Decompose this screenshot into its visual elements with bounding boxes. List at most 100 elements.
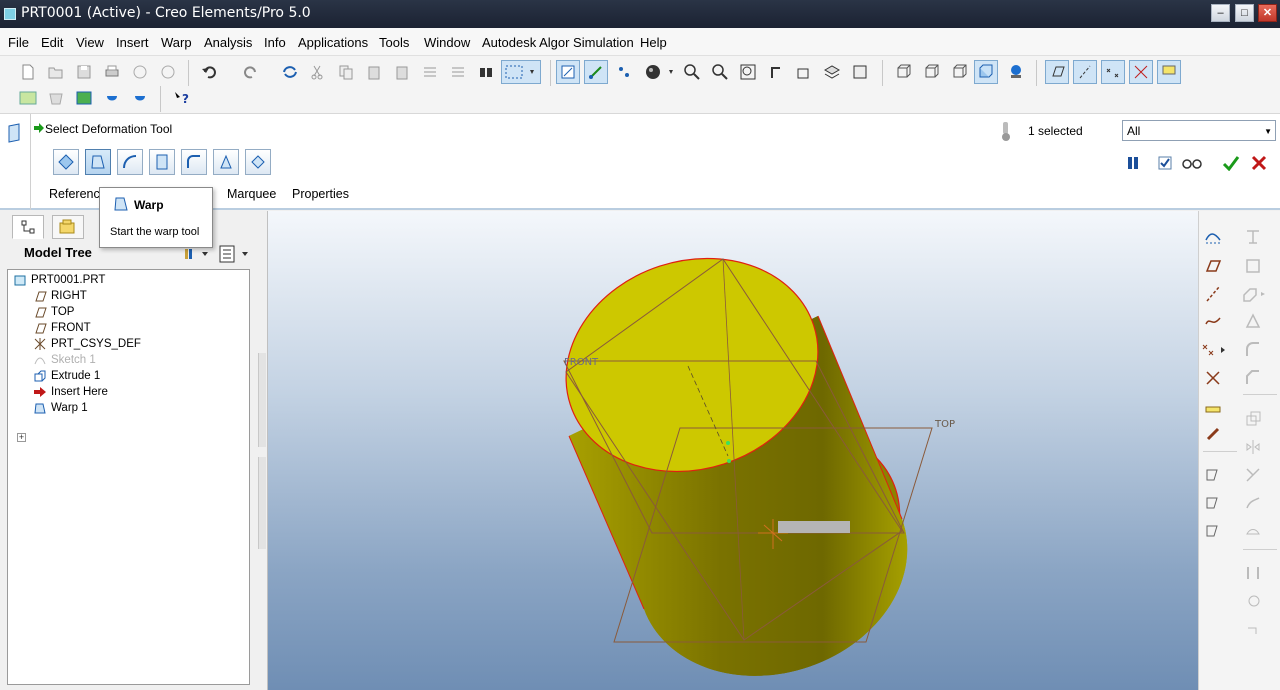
option-spine-icon[interactable] <box>117 149 143 175</box>
rib-tool-icon[interactable] <box>1241 282 1265 306</box>
option-stretch-icon[interactable] <box>149 149 175 175</box>
hidden-line-icon[interactable] <box>920 60 944 84</box>
layers-icon[interactable] <box>820 60 844 84</box>
draft-tool-icon[interactable] <box>1241 309 1265 333</box>
datum-point-tool-icon[interactable] <box>1201 338 1225 362</box>
redo-icon[interactable] <box>238 60 262 84</box>
menu-tools[interactable]: Tools <box>379 35 409 50</box>
tab-folder-browser[interactable] <box>52 215 84 239</box>
copy-icon[interactable] <box>334 60 358 84</box>
selection-box-icon[interactable] <box>501 60 541 84</box>
option-warp-icon[interactable] <box>85 149 111 175</box>
model-tree-icon[interactable] <box>16 86 40 110</box>
tree-node-warp[interactable]: Warp 1 <box>32 400 88 416</box>
open-file-icon[interactable] <box>44 60 68 84</box>
save-icon[interactable] <box>72 60 96 84</box>
tree-node-part[interactable]: PRT0001.PRT <box>12 272 105 288</box>
tree-filter-icon[interactable] <box>184 247 210 264</box>
shell-tool-icon[interactable] <box>1241 254 1265 278</box>
cancel-icon[interactable] <box>1251 155 1267 174</box>
find-icon[interactable] <box>474 60 498 84</box>
cut-icon[interactable] <box>305 60 329 84</box>
menu-autodesk-algor-simulation[interactable]: Autodesk Algor Simulation <box>482 35 634 50</box>
paste-icon[interactable] <box>362 60 386 84</box>
tree-node-front[interactable]: FRONT <box>32 320 91 336</box>
splitter-handle[interactable] <box>258 457 266 549</box>
image-icon[interactable] <box>72 86 96 110</box>
point-display-icon[interactable] <box>1101 60 1125 84</box>
appearance-icon[interactable] <box>1004 60 1028 84</box>
plane-display-icon[interactable] <box>1045 60 1069 84</box>
menu-file[interactable]: File <box>8 35 29 50</box>
option-twist-icon[interactable] <box>213 149 239 175</box>
menu-window[interactable]: Window <box>424 35 470 50</box>
paste-special-icon[interactable] <box>390 60 414 84</box>
surface-icon[interactable] <box>44 86 68 110</box>
close-button[interactable]: ✕ <box>1258 4 1277 22</box>
thicken-tool-icon[interactable] <box>1241 589 1265 613</box>
tree-node-right[interactable]: RIGHT <box>32 288 87 304</box>
menu-info[interactable]: Info <box>264 35 286 50</box>
menu-view[interactable]: View <box>76 35 104 50</box>
tree-node-insert-here[interactable]: Insert Here <box>32 384 108 400</box>
zoom-in-icon[interactable] <box>680 60 704 84</box>
tool-2-icon[interactable] <box>128 86 152 110</box>
pause-icon[interactable] <box>1126 156 1140 173</box>
pattern-tool-icon[interactable] <box>446 60 470 84</box>
expand-toggle[interactable]: + <box>17 433 26 442</box>
axis-display-icon[interactable] <box>1073 60 1097 84</box>
mirror-tool-icon[interactable] <box>418 60 442 84</box>
extend-tool-icon[interactable] <box>1241 519 1265 543</box>
tree-node-sketch[interactable]: Sketch 1 <box>32 352 96 368</box>
maximize-button[interactable]: □ <box>1235 4 1254 22</box>
menu-warp[interactable]: Warp <box>161 35 192 50</box>
new-file-icon[interactable] <box>16 60 40 84</box>
preview-checkbox[interactable] <box>1158 156 1172 173</box>
chain-tool-icon[interactable] <box>1201 422 1225 446</box>
sketch-tool-icon[interactable] <box>1201 225 1225 249</box>
tab-references[interactable]: Referenc <box>49 187 100 201</box>
menu-help[interactable]: Help <box>640 35 667 50</box>
option-sculpt-icon[interactable] <box>245 149 271 175</box>
tree-node-extrude[interactable]: Extrude 1 <box>32 368 100 384</box>
datum-axis-tool-icon[interactable] <box>1201 282 1225 306</box>
extrude-tool-icon[interactable] <box>1201 462 1225 486</box>
merge-tool-icon[interactable] <box>1241 491 1265 515</box>
tab-model-tree[interactable] <box>12 215 44 239</box>
tool-1-icon[interactable] <box>100 86 124 110</box>
send-link-icon[interactable] <box>156 60 180 84</box>
tree-node-top[interactable]: TOP <box>32 304 74 320</box>
menu-insert[interactable]: Insert <box>116 35 149 50</box>
annotation-display-icon[interactable] <box>1157 60 1181 84</box>
analysis-tool-icon[interactable] <box>1201 394 1225 418</box>
solidify-tool-icon[interactable] <box>1241 615 1265 639</box>
revolve-tool-icon[interactable] <box>1201 490 1225 514</box>
datum-plane-tool-icon[interactable] <box>1201 254 1225 278</box>
regenerate-icon[interactable] <box>278 60 302 84</box>
saved-views-icon[interactable] <box>792 60 816 84</box>
glasses-icon[interactable] <box>1181 156 1203 173</box>
sweep-tool-icon[interactable] <box>1201 518 1225 542</box>
option-move-icon[interactable] <box>53 149 79 175</box>
refit-icon[interactable] <box>736 60 760 84</box>
tab-properties[interactable]: Properties <box>292 187 349 201</box>
view-manager-icon[interactable] <box>848 60 872 84</box>
splitter-handle[interactable] <box>258 353 266 447</box>
reorient-icon[interactable] <box>764 60 788 84</box>
zoom-out-icon[interactable] <box>708 60 732 84</box>
trim-tool-icon[interactable] <box>1241 463 1265 487</box>
option-bend-icon[interactable] <box>181 149 207 175</box>
menu-applications[interactable]: Applications <box>298 35 368 50</box>
mirror-feature-icon[interactable] <box>1241 435 1265 459</box>
selection-filter-select[interactable]: All ▼ <box>1122 120 1276 141</box>
tab-marquee[interactable]: Marquee <box>227 187 276 201</box>
csys-tool-icon[interactable] <box>1201 366 1225 390</box>
undo-icon[interactable] <box>198 60 222 84</box>
model-view[interactable]: FRONT TOP <box>268 211 1198 690</box>
minimize-button[interactable]: ‒ <box>1211 4 1230 22</box>
menu-edit[interactable]: Edit <box>41 35 63 50</box>
datum-curve-tool-icon[interactable] <box>1201 309 1225 333</box>
shading-icon[interactable] <box>974 60 998 84</box>
display-style-icon[interactable] <box>640 60 680 84</box>
datum-points-icon[interactable] <box>612 60 636 84</box>
